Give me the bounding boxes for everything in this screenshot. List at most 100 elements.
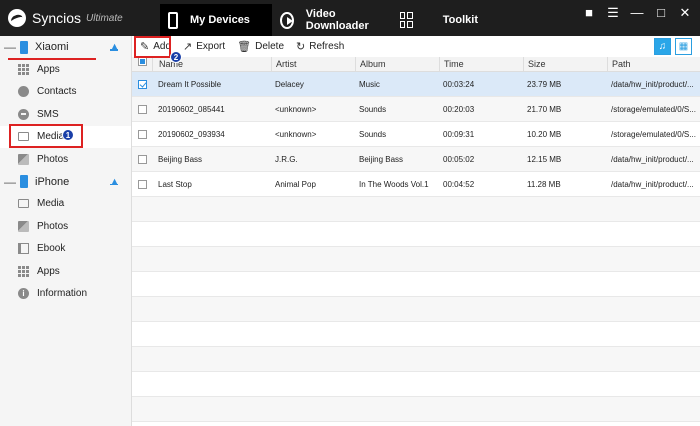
sidebar-item-information[interactable]: i Information: [0, 283, 131, 306]
refresh-icon: ↻: [296, 41, 306, 53]
sidebar-item-sms[interactable]: SMS: [0, 103, 131, 126]
apps-icon: [18, 265, 29, 277]
view-toggle: ♫ ▦: [654, 38, 692, 55]
row-checkbox[interactable]: [137, 129, 147, 139]
empty-row: [132, 197, 700, 222]
cell-time: 00:20:03: [443, 104, 475, 114]
annotation-badge-1: 1: [62, 129, 74, 141]
annotation-box-add: [134, 36, 171, 58]
column-header-artist[interactable]: Artist: [271, 57, 355, 72]
sms-icon: [18, 108, 29, 120]
eject-icon[interactable]: ▲: [110, 41, 119, 51]
delete-button[interactable]: 🗑 Delete: [237, 40, 284, 53]
sidebar-item-label: Photos: [37, 153, 69, 165]
media-toolbar: ✎ Add ↗ Export 🗑 Delete ↻ Refresh ♫ ▦: [132, 36, 700, 57]
device-iphone[interactable]: — iPhone ▲: [0, 171, 131, 193]
select-all-checkbox[interactable]: [137, 57, 147, 66]
table-body: Dream It Possible Delacey Music 00:03:24 23.…: [132, 72, 700, 422]
cell-artist: <unknown>: [275, 129, 317, 139]
tab-toolkit[interactable]: Toolkit: [392, 4, 492, 36]
phone-icon: [20, 40, 28, 54]
sidebar-item-photos[interactable]: Photos: [0, 148, 131, 171]
minimize-icon[interactable]: —: [630, 5, 644, 21]
trash-icon: 🗑: [237, 41, 252, 53]
empty-row: [132, 372, 700, 397]
music-view-icon[interactable]: ♫: [654, 38, 671, 55]
table-row[interactable]: 20190602_085441 <unknown> Sounds 00:20:03 21…: [132, 97, 700, 122]
sidebar-item-label: Media: [37, 198, 65, 210]
row-checkbox-cell: [132, 79, 152, 89]
row-checkbox[interactable]: [137, 79, 147, 89]
sidebar-item-apps[interactable]: Apps: [0, 260, 131, 283]
cell-time: 00:03:24: [443, 79, 475, 89]
refresh-button[interactable]: ↻ Refresh: [296, 40, 344, 53]
tab-my-devices[interactable]: My Devices: [160, 4, 272, 36]
row-checkbox[interactable]: [137, 179, 147, 189]
cell-time: 00:05:02: [443, 154, 475, 164]
apps-icon: [18, 63, 29, 75]
syncios-logo-icon: [8, 9, 26, 27]
menu-icon[interactable]: ☰: [606, 5, 620, 21]
collapse-icon[interactable]: —: [4, 40, 16, 54]
tab-video-downloader[interactable]: Video Downloader: [272, 4, 392, 36]
tab-label: My Devices: [190, 14, 250, 26]
sidebar-item-apps[interactable]: Apps: [0, 58, 131, 81]
device-xiaomi[interactable]: — Xiaomi ▲: [0, 36, 131, 58]
column-header-size[interactable]: Size: [523, 57, 607, 72]
export-button[interactable]: ↗ Export: [183, 40, 225, 53]
media-icon: [18, 199, 29, 209]
phone-icon: [168, 11, 178, 29]
window-controls: ■ ☰ — □ ✕: [582, 5, 692, 21]
empty-row: [132, 397, 700, 422]
photos-icon: [18, 153, 29, 165]
app-name: Syncios: [32, 10, 82, 26]
device-sidebar: — Xiaomi ▲ Apps Contacts SMS Media Photo…: [0, 36, 132, 426]
column-header-album[interactable]: Album: [355, 57, 439, 72]
empty-row: [132, 297, 700, 322]
empty-row: [132, 347, 700, 372]
cell-album: In The Woods Vol.1: [359, 179, 429, 189]
main-nav: My Devices Video Downloader Toolkit: [160, 0, 492, 36]
empty-row: [132, 272, 700, 297]
empty-row: [132, 322, 700, 347]
sidebar-item-contacts[interactable]: Contacts: [0, 81, 131, 104]
sidebar-item-label: Ebook: [37, 243, 66, 255]
grid-icon: [400, 12, 413, 28]
cell-size: 11.28 MB: [527, 179, 561, 189]
cell-album: Music: [359, 79, 380, 89]
video-view-icon[interactable]: ▦: [675, 38, 692, 55]
sidebar-item-media[interactable]: Media: [0, 193, 131, 216]
cell-size: 21.70 MB: [527, 104, 562, 114]
annotation-badge-2: 2: [170, 51, 182, 63]
eject-icon[interactable]: ▲: [110, 176, 119, 186]
export-icon: ↗: [183, 41, 193, 53]
cell-name: 20190602_093934: [158, 129, 225, 139]
cell-size: 12.15 MB: [527, 154, 562, 164]
maximize-icon[interactable]: □: [654, 5, 668, 21]
table-row[interactable]: 20190602_093934 <unknown> Sounds 00:09:31 10…: [132, 122, 700, 147]
cell-name: Beijing Bass: [158, 154, 203, 164]
table-row[interactable]: Beijing Bass J.R.G. Beijing Bass 00:05:02 12…: [132, 147, 700, 172]
tab-label: Toolkit: [442, 14, 478, 26]
cell-artist: J.R.G.: [275, 154, 298, 164]
tab-label: Video Downloader: [305, 8, 369, 32]
cell-path: /data/hw_init/product/...: [611, 179, 694, 189]
row-checkbox[interactable]: [137, 154, 147, 164]
info-icon: i: [18, 288, 29, 300]
sidebar-item-ebook[interactable]: Ebook: [0, 238, 131, 261]
table-row[interactable]: Dream It Possible Delacey Music 00:03:24 23.…: [132, 72, 700, 97]
photos-icon: [18, 220, 29, 232]
refresh-label: Refresh: [309, 41, 345, 52]
phone-icon: [20, 175, 28, 188]
table-row[interactable]: Last Stop Animal Pop In The Woods Vol.1 00:…: [132, 172, 700, 197]
empty-row: [132, 247, 700, 272]
annotation-underline: [8, 58, 96, 60]
comment-icon[interactable]: ■: [582, 5, 596, 21]
row-checkbox[interactable]: [137, 104, 147, 114]
column-header-time[interactable]: Time: [439, 57, 523, 72]
collapse-icon[interactable]: —: [4, 175, 16, 189]
sidebar-item-label: Contacts: [37, 86, 77, 98]
close-icon[interactable]: ✕: [678, 5, 692, 21]
sidebar-item-photos[interactable]: Photos: [0, 215, 131, 238]
column-header-path[interactable]: Path: [607, 57, 700, 72]
